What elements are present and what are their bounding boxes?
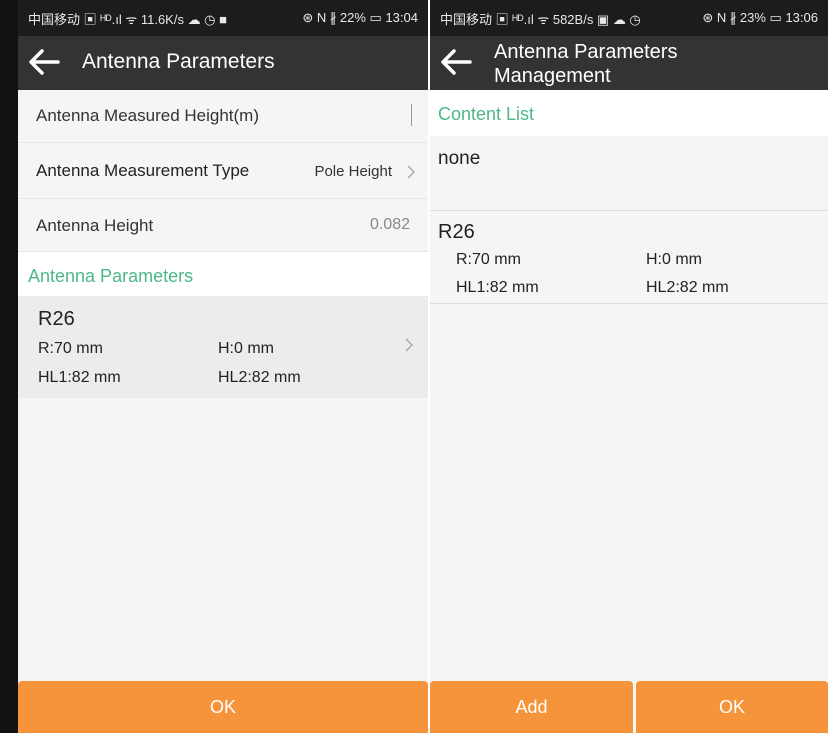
section-title: Antenna Parameters xyxy=(28,266,194,286)
content-list-header: Content List xyxy=(430,90,828,136)
back-arrow-icon xyxy=(29,49,60,75)
measured-height-label: Antenna Measured Height(m) xyxy=(36,106,260,125)
antenna-h: H:0 mm xyxy=(646,251,702,268)
ok-button[interactable]: OK xyxy=(18,681,428,733)
antenna-height-row: Antenna Height 0.082 xyxy=(18,199,428,252)
chevron-right-icon xyxy=(405,338,414,352)
status-bar: 中国移动 ▣ ᴴᴰ.ıl ᯤ 582B/s ▣ ☁ ◷ ⊛ N ∦ 23% ▭ … xyxy=(430,0,828,36)
back-button[interactable] xyxy=(436,44,480,80)
measurement-type-value: Pole Height xyxy=(314,163,392,180)
section-header: Antenna Parameters xyxy=(18,252,428,296)
antenna-card[interactable]: R26 R:70 mm H:0 mm HL1:82 mm HL2:82 mm xyxy=(430,211,828,304)
antenna-hl1: HL1:82 mm xyxy=(456,279,539,296)
status-left: 中国移动 ▣ ᴴᴰ.ıl ᯤ 11.6K/s ☁ ◷ ■ xyxy=(28,11,227,27)
antenna-height-label: Antenna Height xyxy=(36,216,154,235)
add-button[interactable]: Add xyxy=(430,681,633,733)
antenna-r: R:70 mm xyxy=(456,251,521,268)
antenna-hl1: HL1:82 mm xyxy=(38,369,121,386)
antenna-hl2: HL2:82 mm xyxy=(646,279,729,296)
status-bar: 中国移动 ▣ ᴴᴰ.ıl ᯤ 11.6K/s ☁ ◷ ■ ⊛ N ∦ 22% ▭… xyxy=(18,0,428,36)
status-left: 中国移动 ▣ ᴴᴰ.ıl ᯤ 582B/s ▣ ☁ ◷ xyxy=(440,11,641,27)
antenna-hl2: HL2:82 mm xyxy=(218,369,301,386)
screen-edge xyxy=(0,0,18,733)
back-button[interactable] xyxy=(24,44,68,80)
antenna-management-screen: 中国移动 ▣ ᴴᴰ.ıl ᯤ 582B/s ▣ ☁ ◷ ⊛ N ∦ 23% ▭ … xyxy=(430,0,828,733)
toolbar: Antenna Parameters xyxy=(18,36,428,90)
page-title: Antenna Parameters xyxy=(82,50,275,73)
antenna-h: H:0 mm xyxy=(218,340,274,357)
antenna-height-value: 0.082 xyxy=(369,216,410,233)
back-arrow-icon xyxy=(441,49,472,75)
toolbar: Antenna Parameters Management xyxy=(430,36,828,90)
antenna-name: R26 xyxy=(438,221,475,243)
antenna-parameters-screen: 中国移动 ▣ ᴴᴰ.ıl ᯤ 11.6K/s ☁ ◷ ■ ⊛ N ∦ 22% ▭… xyxy=(18,0,428,733)
page-title: Antenna Parameters Management xyxy=(494,40,677,88)
antenna-name: R26 xyxy=(38,308,75,330)
text-cursor xyxy=(411,104,412,126)
page-title-line2: Management xyxy=(494,65,611,87)
page-title-line1: Antenna Parameters xyxy=(494,41,678,63)
none-text: none xyxy=(438,148,481,169)
measured-height-row[interactable]: Antenna Measured Height(m) xyxy=(18,90,428,143)
antenna-r: R:70 mm xyxy=(38,340,103,357)
section-title: Content List xyxy=(438,104,535,124)
status-right: ⊛ N ∦ 23% ▭ 13:06 xyxy=(702,10,818,25)
status-right: ⊛ N ∦ 22% ▭ 13:04 xyxy=(302,10,418,25)
chevron-right-icon xyxy=(407,165,416,179)
measurement-type-label: Antenna Measurement Type xyxy=(36,161,250,180)
none-item[interactable]: none xyxy=(430,136,828,211)
ok-button[interactable]: OK xyxy=(636,681,828,733)
measurement-type-row[interactable]: Antenna Measurement Type Pole Height xyxy=(18,143,428,199)
antenna-card[interactable]: R26 R:70 mm H:0 mm HL1:82 mm HL2:82 mm xyxy=(18,296,428,398)
